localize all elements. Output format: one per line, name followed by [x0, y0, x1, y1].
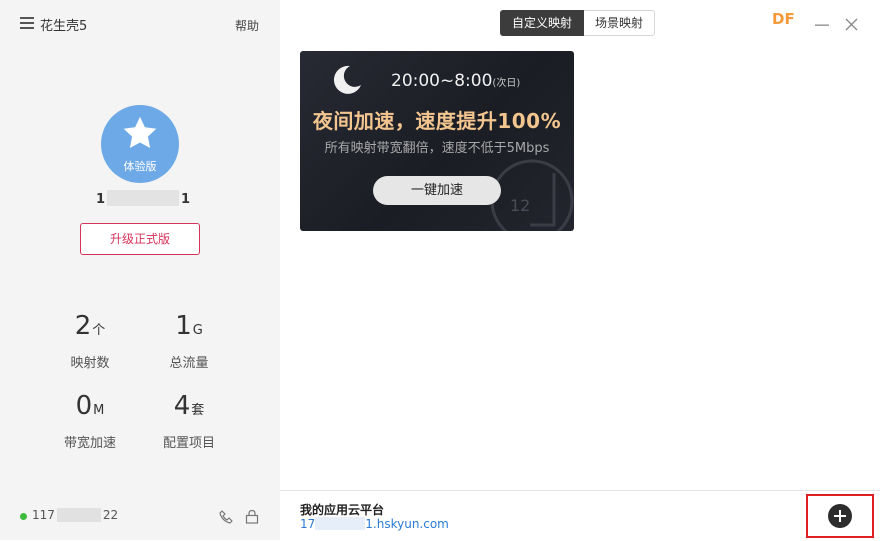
stat-bandwidth: 0M 带宽加速 [45, 391, 135, 451]
close-icon[interactable] [845, 18, 858, 31]
avatar[interactable]: 体验版 [101, 105, 179, 183]
stat-value: 0 [75, 391, 93, 421]
stat-unit: 套 [191, 403, 205, 418]
star-icon [123, 116, 157, 149]
clock-number: 12 [510, 196, 530, 215]
stat-value: 4 [173, 391, 191, 421]
redaction-mask [315, 517, 366, 530]
night-boost-banner: 20:00~8:00(次日) 夜间加速，速度提升100% 所有映射带宽翻倍，速度… [300, 51, 574, 231]
ip-prefix: 117 [32, 508, 55, 522]
stat-unit: 个 [92, 323, 106, 338]
stat-label: 总流量 [169, 356, 209, 371]
online-status-dot [20, 513, 27, 520]
minimize-icon[interactable] [815, 24, 829, 27]
ip-address: 117 22 [32, 508, 118, 522]
stat-label: 映射数 [70, 356, 110, 371]
redaction-mask [107, 190, 180, 206]
boost-time-note: (次日) [492, 78, 521, 89]
menu-icon[interactable] [20, 17, 34, 29]
mapping-tabs: 自定义映射 场景映射 [500, 10, 656, 36]
stat-label: 配置项目 [162, 436, 215, 451]
account-prefix: 1 [96, 192, 106, 207]
sidebar: 花生壳5 帮助 体验版 11 升级正式版 2个 映射数 1G 总流量 0M 带宽… [0, 0, 280, 540]
boost-time: 20:00~8:00 [391, 71, 493, 91]
ip-suffix: 22 [102, 508, 119, 522]
stat-config: 4套 配置项目 [144, 391, 234, 451]
domain-prefix: 17 [300, 517, 316, 531]
stat-mappings: 2个 映射数 [45, 311, 135, 371]
cloud-platform-title: 我的应用云平台 [300, 503, 385, 517]
one-click-boost-button[interactable]: 一键加速 [373, 176, 501, 205]
app-name: 花生壳5 [40, 19, 88, 34]
stat-traffic: 1G 总流量 [144, 311, 234, 371]
tab-scene-mapping[interactable]: 场景映射 [584, 10, 656, 36]
help-link[interactable]: 帮助 [235, 17, 259, 34]
diagnose-icon[interactable] [219, 509, 234, 524]
stat-unit: G [192, 323, 203, 338]
domain-suffix: 1.hskyun.com [365, 517, 449, 531]
boost-time-window: 20:00~8:00(次日) [391, 71, 520, 91]
cloud-domain-link[interactable]: 17 1.hskyun.com [300, 517, 449, 531]
account-name: 11 [96, 190, 190, 208]
stat-unit: M [93, 403, 105, 418]
clock-icon: 12 [490, 159, 574, 231]
stat-value: 2 [74, 311, 92, 341]
edition-badge: 体验版 [123, 160, 157, 173]
upgrade-button[interactable]: 升级正式版 [80, 223, 200, 255]
banner-subline: 所有映射带宽翻倍，速度不低于5Mbps [324, 141, 550, 156]
stat-label: 带宽加速 [63, 436, 116, 451]
redaction-mask [56, 508, 101, 522]
lock-icon[interactable] [245, 509, 259, 524]
stat-value: 1 [175, 311, 192, 341]
brand-logo: DF [772, 10, 795, 28]
account-suffix: 1 [181, 192, 191, 207]
plus-circle-icon[interactable] [828, 504, 852, 528]
banner-headline: 夜间加速，速度提升100% [312, 109, 562, 133]
tab-custom-mapping[interactable]: 自定义映射 [500, 10, 585, 36]
cloud-platform-bar: 我的应用云平台 17 1.hskyun.com [280, 490, 880, 541]
moon-icon [333, 65, 361, 94]
